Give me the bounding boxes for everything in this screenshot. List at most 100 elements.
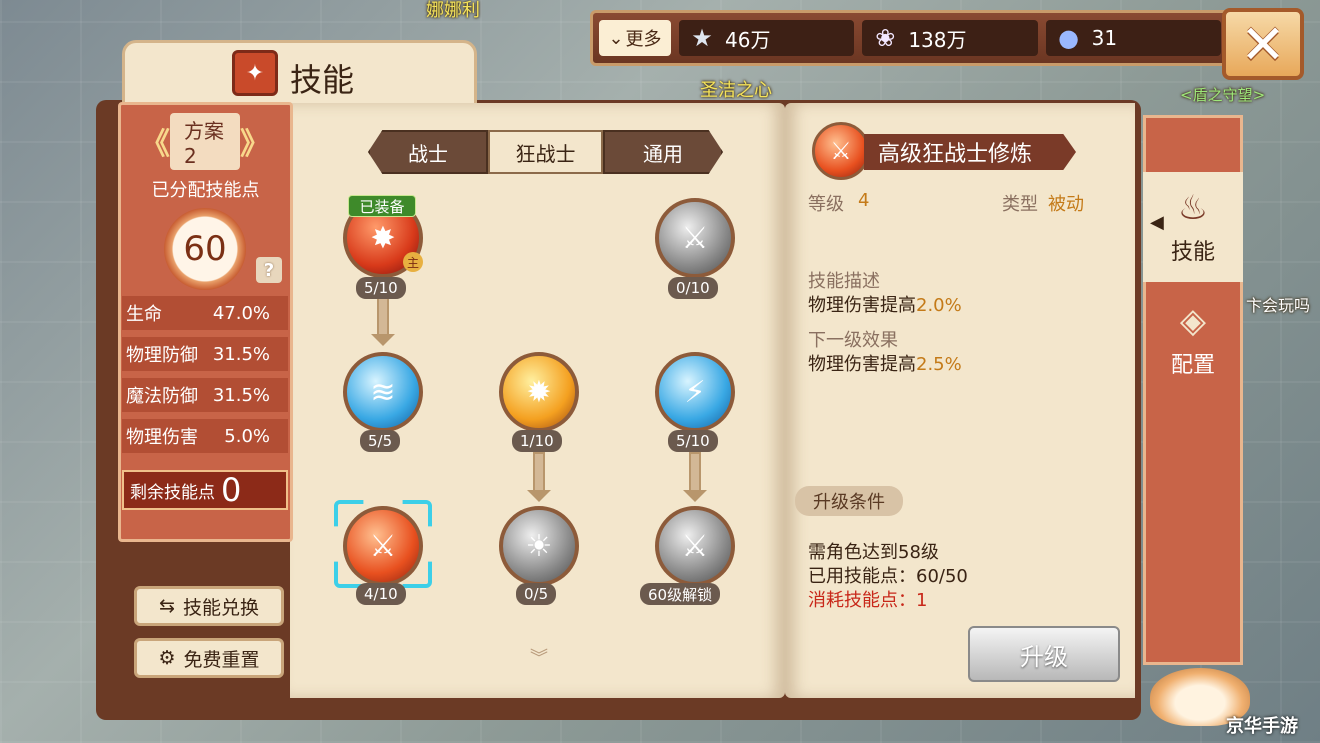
bg-guild-name: 圣洁之心 [700,80,772,101]
remaining-label: 剩余技能点 [130,482,215,503]
main-skill-badge: 主 [403,252,423,272]
swap-icon: ⇆ [159,595,175,617]
skill-node-flame-spirit[interactable]: ☀ [499,506,579,586]
stat-value: 31.5% [212,343,270,365]
skill-node-locked-blade[interactable]: ⚔ [655,506,735,586]
broken-sword-icon: ⚔ [681,528,709,564]
skill-exchange-label: 技能兑换 [182,596,259,619]
skill-node-wave[interactable]: ≋ [343,352,423,432]
shell-currency: ❀ 138万 [862,20,1038,56]
skill-level: 5/5 [360,430,401,452]
more-button[interactable]: ⌄ 更多 [599,20,671,56]
upgrade-button[interactable]: 升级 [968,626,1120,682]
star-amount: 46万 [725,27,771,52]
desc-value: 2.0% [916,295,962,316]
help-icon[interactable]: ? [256,257,282,283]
remaining-value: 0 [221,471,242,509]
stat-label: 魔法防御 [126,386,198,407]
close-icon: ✕ [1240,12,1286,76]
star-currency: ★ 46万 [679,20,855,56]
condition-cost: 消耗技能点：1 [808,590,928,611]
skill-exchange-button[interactable]: ⇆ 技能兑换 [134,586,284,626]
winged-sword-icon: ⚔ [369,528,397,564]
next-heading: 下一级效果 [808,330,898,351]
scroll-down-icon[interactable]: ︾ [524,650,554,668]
stat-row-phys-dmg: 物理伤害 5.0% [122,419,288,453]
bg-title-name: <盾之守望> [1180,86,1266,104]
flame-spirit-icon: ☀ [525,528,553,564]
type-label: 类型 [1002,194,1038,215]
side-tab-config-label: 配置 [1170,353,1215,378]
stat-row-phys-def: 物理防御 31.5% [122,337,288,371]
shell-icon: ❀ [875,24,896,52]
skill-node-advanced-berserker[interactable]: ⚔ [343,506,423,586]
skill-level: 4/10 [356,583,406,605]
tree-connector [527,452,551,502]
stat-label: 生命 [126,304,162,325]
stat-label: 物理伤害 [126,427,198,448]
desc-text-label: 物理伤害提高 [808,295,916,316]
skill-node-ice-blade[interactable]: ⚡ [655,352,735,432]
assigned-points-value: 60 [164,208,246,290]
panel-title: 技能 [290,61,355,99]
skill-level: 5/10 [668,430,718,452]
equipped-badge: 已装备 [348,195,416,217]
condition-used-points: 已用技能点：60/50 [808,566,968,587]
skill-level: 0/5 [516,583,557,605]
skill-unlock-level: 60级解锁 [640,583,721,605]
stat-row-mag-def: 魔法防御 31.5% [122,378,288,412]
stat-value: 5.0% [224,425,270,447]
assigned-points-label: 已分配技能点 [151,180,260,201]
scheme-label[interactable]: 方案2 [170,112,240,170]
currency-bar: ⌄ 更多 ★ 46万 ❀ 138万 ● 31 [590,10,1230,66]
level-label: 等级 [808,194,844,215]
skill-level: 0/10 [668,277,718,299]
next-text-label: 物理伤害提高 [808,354,916,375]
condition-level: 需角色达到58级 [808,542,939,563]
wave-slash-icon: ≋ [370,374,396,410]
remaining-points: 剩余技能点 0 [122,470,288,510]
class-tabs: 战士 狂战士 通用 [368,130,723,174]
active-tab-arrow-icon: ◀ [1150,212,1164,233]
flame-burst-icon: ✸ [370,220,396,256]
fire-strike-icon: ✹ [526,374,552,410]
skill-level: 5/10 [356,277,406,299]
shell-amount: 138万 [908,27,967,52]
skill-level: 1/10 [512,430,562,452]
prev-scheme-icon[interactable]: 《 [140,119,170,163]
skill-node-fire[interactable]: ✹ [499,352,579,432]
chevron-down-icon: ⌄ [608,27,624,49]
tab-warrior[interactable]: 战士 [368,130,488,174]
scheme-selector: 《 方案2 》 [140,112,270,170]
more-label: 更多 [625,29,662,50]
type-value: 被动 [1048,194,1084,215]
skill-book-icon: ✦ [232,50,278,96]
desc-text: 物理伤害提高2.0% [808,291,962,317]
next-scheme-icon[interactable]: 》 [240,119,270,163]
close-button[interactable]: ✕ [1222,8,1304,80]
config-scroll-icon: ◈ [1179,301,1207,341]
free-reset-button[interactable]: ⚙ 免费重置 [134,638,284,678]
gem-amount: 31 [1091,26,1118,50]
ice-blade-icon: ⚡ [684,374,706,410]
bg-chat-text: 卞会玩吗 [1246,296,1311,315]
winged-sword-icon: ⚔ [681,220,709,256]
watermark: 京华手游 [1226,716,1298,737]
gem-icon: ● [1058,24,1080,52]
selected-skill-name: 高级狂战士修炼 [864,134,1076,170]
tab-general[interactable]: 通用 [603,130,723,174]
star-icon: ★ [691,24,713,52]
gem-currency: ● 31 [1045,20,1221,56]
gear-icon: ⚙ [158,647,176,669]
level-value: 4 [858,190,870,211]
skill-node-wing-sword[interactable]: ⚔ [655,198,735,278]
free-reset-label: 免费重置 [183,648,260,671]
next-value: 2.5% [916,354,962,375]
upgrade-conditions-heading: 升级条件 [795,486,903,516]
next-text: 物理伤害提高2.5% [808,350,962,376]
flame-icon: ♨ [1177,188,1209,228]
stat-value: 31.5% [212,384,270,406]
side-tab-config[interactable]: ◈ 配置 [1143,285,1243,395]
tree-connector [371,296,395,346]
tab-berserker[interactable]: 狂战士 [488,130,603,174]
